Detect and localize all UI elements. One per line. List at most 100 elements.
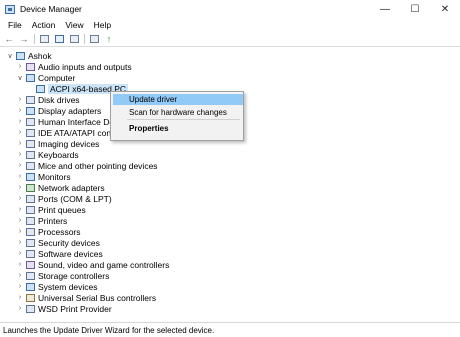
tree-item-usb[interactable]: › Universal Serial Bus controllers xyxy=(16,292,156,303)
tree-item-keyboards[interactable]: › Keyboards xyxy=(16,149,79,160)
expand-icon[interactable]: › xyxy=(16,239,24,246)
printer-icon xyxy=(26,304,35,313)
expand-icon[interactable]: › xyxy=(16,140,24,147)
tree-item-display[interactable]: › Display adapters xyxy=(16,105,101,116)
tree-item-ide[interactable]: › IDE ATA/ATAPI controll xyxy=(16,127,125,138)
expand-icon[interactable]: › xyxy=(16,96,24,103)
tree-item-printers[interactable]: › Printers xyxy=(16,215,67,226)
toolbar: ← → ↑ xyxy=(0,32,460,47)
tree-item-print-queues[interactable]: › Print queues xyxy=(16,204,86,215)
window-controls: — ☐ ✕ xyxy=(370,0,460,18)
tree-item-audio[interactable]: › Audio inputs and outputs xyxy=(16,61,132,72)
status-text: Launches the Update Driver Wizard for th… xyxy=(3,325,215,335)
tree-item-system[interactable]: › System devices xyxy=(16,281,98,292)
system-device-icon xyxy=(26,282,35,291)
tree-item-network[interactable]: › Network adapters xyxy=(16,182,105,193)
camera-icon xyxy=(26,139,35,148)
tree-root[interactable]: ∨ Ashok xyxy=(6,50,51,61)
properties-menu-item[interactable]: Properties xyxy=(113,123,243,134)
scan-hardware-menu-item[interactable]: Scan for hardware changes xyxy=(113,107,243,118)
maximize-icon[interactable]: ☐ xyxy=(400,0,430,18)
forward-arrow-icon[interactable]: → xyxy=(18,34,30,45)
expand-icon[interactable]: › xyxy=(16,283,24,290)
title-bar: Device Manager — ☐ ✕ xyxy=(0,0,460,18)
expand-icon[interactable]: › xyxy=(16,261,24,268)
tree-item-computer[interactable]: ∨ Computer xyxy=(16,72,75,83)
tree-item-imaging[interactable]: › Imaging devices xyxy=(16,138,100,149)
minimize-icon[interactable]: — xyxy=(370,0,400,18)
help-icon[interactable] xyxy=(53,34,65,45)
hid-icon xyxy=(26,117,35,126)
expand-icon[interactable]: › xyxy=(16,228,24,235)
tree-item-disk[interactable]: › Disk drives xyxy=(16,94,80,105)
menu-bar: File Action View Help xyxy=(0,18,460,32)
expand-icon[interactable]: › xyxy=(16,294,24,301)
keyboard-icon xyxy=(26,150,35,159)
update-driver-icon[interactable] xyxy=(88,34,100,45)
software-device-icon xyxy=(26,249,35,258)
printer-icon xyxy=(26,216,35,225)
menu-action[interactable]: Action xyxy=(27,20,61,30)
processor-icon xyxy=(26,227,35,236)
computer-icon xyxy=(16,51,25,60)
expand-icon[interactable]: › xyxy=(16,129,24,136)
expand-icon[interactable]: › xyxy=(16,195,24,202)
toolbar-divider xyxy=(34,34,35,44)
computer-icon xyxy=(36,84,45,93)
update-driver-menu-item[interactable]: Update driver xyxy=(113,94,243,105)
back-arrow-icon[interactable]: ← xyxy=(3,34,15,45)
device-tree: ∨ Ashok › Audio inputs and outputs ∨ Com… xyxy=(0,48,460,322)
expand-icon[interactable]: › xyxy=(16,250,24,257)
display-adapter-icon xyxy=(26,106,35,115)
expand-icon[interactable]: › xyxy=(16,305,24,312)
tree-item-mice[interactable]: › Mice and other pointing devices xyxy=(16,160,158,171)
toolbar-divider xyxy=(84,34,85,44)
tree-item-hid[interactable]: › Human Interface Devic xyxy=(16,116,125,127)
properties-icon[interactable] xyxy=(38,34,50,45)
expand-icon[interactable]: › xyxy=(16,63,24,70)
enable-device-icon[interactable]: ↑ xyxy=(103,34,115,45)
security-device-icon xyxy=(26,238,35,247)
menu-divider xyxy=(127,119,240,120)
expand-icon[interactable]: › xyxy=(16,173,24,180)
tree-item-wsd[interactable]: › WSD Print Provider xyxy=(16,303,112,314)
expand-icon[interactable]: › xyxy=(16,107,24,114)
status-bar: Launches the Update Driver Wizard for th… xyxy=(0,322,460,337)
menu-help[interactable]: Help xyxy=(89,20,116,30)
expand-icon[interactable]: › xyxy=(16,206,24,213)
tree-item-storage[interactable]: › Storage controllers xyxy=(16,270,110,281)
close-icon[interactable]: ✕ xyxy=(430,0,460,18)
speaker-icon xyxy=(26,62,35,71)
window-title: Device Manager xyxy=(20,4,82,14)
port-icon xyxy=(26,194,35,203)
collapse-icon[interactable]: ∨ xyxy=(6,52,14,60)
context-menu: Update driver Scan for hardware changes … xyxy=(110,91,244,141)
computer-icon xyxy=(26,73,35,82)
menu-view[interactable]: View xyxy=(60,20,88,30)
mouse-icon xyxy=(26,161,35,170)
tree-item-sound[interactable]: › Sound, video and game controllers xyxy=(16,259,170,270)
menu-file[interactable]: File xyxy=(3,20,27,30)
expand-icon[interactable]: › xyxy=(16,162,24,169)
tree-item-monitors[interactable]: › Monitors xyxy=(16,171,71,182)
tree-item-processors[interactable]: › Processors xyxy=(16,226,81,237)
expand-icon[interactable]: › xyxy=(16,272,24,279)
tree-item-ports[interactable]: › Ports (COM & LPT) xyxy=(16,193,112,204)
network-adapter-icon xyxy=(26,183,35,192)
collapse-icon[interactable]: ∨ xyxy=(16,74,24,82)
expand-icon[interactable]: › xyxy=(16,184,24,191)
tree-item-software[interactable]: › Software devices xyxy=(16,248,103,259)
ide-controller-icon xyxy=(26,128,35,137)
disk-drive-icon xyxy=(26,95,35,104)
expand-icon[interactable]: › xyxy=(16,151,24,158)
scan-hardware-icon[interactable] xyxy=(68,34,80,45)
expand-icon[interactable]: › xyxy=(16,118,24,125)
usb-icon xyxy=(26,293,35,302)
monitor-icon xyxy=(26,172,35,181)
speaker-icon xyxy=(26,260,35,269)
printer-icon xyxy=(26,205,35,214)
expand-icon[interactable]: › xyxy=(16,217,24,224)
storage-controller-icon xyxy=(26,271,35,280)
device-manager-icon xyxy=(5,4,15,14)
tree-item-security[interactable]: › Security devices xyxy=(16,237,100,248)
